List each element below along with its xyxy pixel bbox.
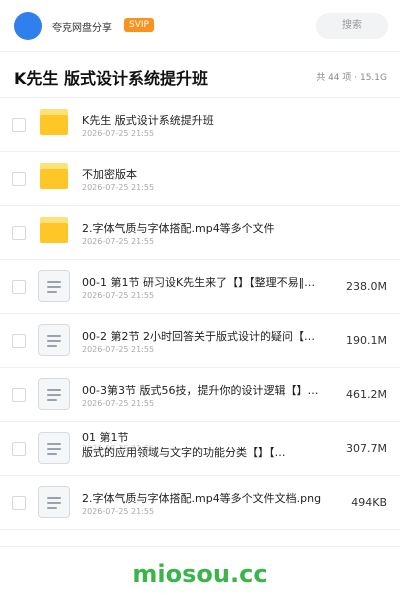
- divider: [0, 546, 400, 547]
- file-date: 2026-07-25 21:55: [82, 291, 155, 300]
- document-icon: [38, 270, 70, 302]
- item-count-size: 共 44 项 · 15.1G: [316, 73, 387, 83]
- checkbox[interactable]: [12, 334, 26, 348]
- file-size: 307.7M: [346, 442, 387, 455]
- file-name: 2.字体气质与字体搭配.mp4等多个文件文档.png: [82, 492, 322, 505]
- title-row: K先生 版式设计系统提升班 共 44 项 · 15.1G: [0, 52, 400, 98]
- folder-icon: [38, 216, 70, 248]
- list-item[interactable]: 00-2 第2节 2小时回答关于版式设计的疑问【】… 2026-07-25 21…: [0, 314, 400, 368]
- checkbox[interactable]: [12, 280, 26, 294]
- file-date: 2026-07-25 21:55: [82, 507, 155, 516]
- file-name-line-2: 版式的应用领域与文字的功能分类【】【…: [82, 446, 286, 459]
- account-name: 夸克网盘分享: [52, 23, 112, 34]
- file-size: 238.0M: [346, 280, 387, 293]
- checkbox[interactable]: [12, 442, 26, 456]
- document-icon: [38, 486, 70, 518]
- file-name: 01 第1节 版式的应用领域与文字的功能分类【】【…: [82, 430, 322, 460]
- top-bar: 夸克网盘分享 SVIP 搜索: [0, 0, 400, 52]
- page-title: K先生 版式设计系统提升班: [14, 69, 208, 88]
- list-item[interactable]: K先生 版式设计系统提升班 2026-07-25 21:55: [0, 98, 400, 152]
- list-item[interactable]: 00-1 第1节 研习设K先生来了【】【整理不易‖… 2026-07-25 21…: [0, 260, 400, 314]
- svip-badge: SVIP: [124, 18, 154, 32]
- file-date: 2026-07-25 21:55: [82, 237, 155, 246]
- file-name-line-1: 01 第1节: [82, 431, 129, 444]
- checkbox[interactable]: [12, 388, 26, 402]
- folder-icon: [38, 162, 70, 194]
- list-item[interactable]: 00-3第3节 版式56技，提升你的设计逻辑【】【… 2026-07-25 21…: [0, 368, 400, 422]
- document-icon: [38, 432, 70, 464]
- file-name: 不加密版本: [82, 168, 137, 181]
- file-list: K先生 版式设计系统提升班 2026-07-25 21:55 不加密版本 202…: [0, 98, 400, 530]
- list-item[interactable]: 2.字体气质与字体搭配.mp4等多个文件文档.png 2026-07-25 21…: [0, 476, 400, 530]
- file-date: 2026-07-25 21:55: [82, 183, 155, 192]
- file-date: 2026-07-25 21:55: [82, 399, 155, 408]
- checkbox[interactable]: [12, 118, 26, 132]
- file-name: 00-3第3节 版式56技，提升你的设计逻辑【】【…: [82, 384, 322, 397]
- list-item[interactable]: 2026-07-25 21:55 01 第1节 版式的应用领域与文字的功能分类【…: [0, 422, 400, 476]
- watermark: miosou.cc: [132, 560, 268, 588]
- file-size: 461.2M: [346, 388, 387, 401]
- file-date: 2026-07-25 21:55: [82, 345, 155, 354]
- folder-icon: [38, 108, 70, 140]
- file-name: 00-1 第1节 研习设K先生来了【】【整理不易‖…: [82, 276, 316, 289]
- document-icon: [38, 324, 70, 356]
- checkbox[interactable]: [12, 496, 26, 510]
- file-size: 494KB: [351, 496, 387, 509]
- list-item[interactable]: 2.字体气质与字体搭配.mp4等多个文件 2026-07-25 21:55: [0, 206, 400, 260]
- file-name: 00-2 第2节 2小时回答关于版式设计的疑问【】…: [82, 330, 322, 343]
- file-name: K先生 版式设计系统提升班: [82, 114, 214, 127]
- list-item[interactable]: 不加密版本 2026-07-25 21:55: [0, 152, 400, 206]
- search-button[interactable]: 搜索: [316, 13, 388, 39]
- file-size: 190.1M: [346, 334, 387, 347]
- checkbox[interactable]: [12, 172, 26, 186]
- checkbox[interactable]: [12, 226, 26, 240]
- file-date: 2026-07-25 21:55: [82, 129, 155, 138]
- avatar[interactable]: [14, 12, 42, 40]
- document-icon: [38, 378, 70, 410]
- file-name: 2.字体气质与字体搭配.mp4等多个文件: [82, 222, 275, 235]
